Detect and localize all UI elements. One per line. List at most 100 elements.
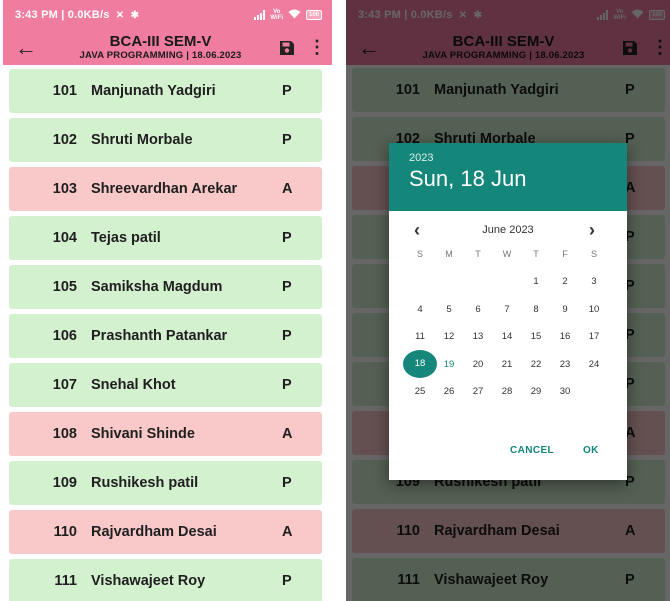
calendar-day[interactable]: 17 [580, 331, 608, 342]
student-row[interactable]: 101 Manjunath Yadgiri P [9, 69, 322, 113]
student-name: Rushikesh patil [91, 475, 199, 491]
roll-number: 108 [52, 426, 77, 442]
calendar-day[interactable]: 4 [406, 304, 434, 315]
roll-number: 110 [53, 524, 77, 540]
roll-number: 107 [52, 377, 77, 393]
mute-icon: ✕ [115, 10, 125, 21]
student-row[interactable]: 109 Rushikesh patil P [9, 461, 322, 505]
weekday-label: S [416, 249, 423, 259]
attendance-status[interactable]: P [282, 132, 322, 148]
wifi-icon [288, 9, 301, 22]
calendar-day[interactable]: 23 [551, 359, 579, 370]
calendar-day[interactable]: 1 [522, 276, 550, 287]
student-row[interactable]: 111 Vishawajeet Roy P [9, 559, 322, 601]
calendar-day[interactable]: 12 [435, 331, 463, 342]
roll-number: 102 [52, 132, 77, 148]
attendance-status[interactable]: P [282, 377, 322, 393]
calendar-day[interactable]: 10 [580, 304, 608, 315]
dialog-actions: CANCEL OK [389, 430, 627, 480]
student-name: Samiksha Magdum [91, 279, 223, 295]
calendar-day[interactable]: 27 [464, 386, 492, 397]
attendance-status[interactable]: P [282, 573, 322, 589]
weekday-label: M [445, 249, 453, 259]
date-picker-dialog: 2023 Sun, 18 Jun ‹ June 2023 › SMTWTFS12… [389, 143, 627, 480]
month-navigation: ‹ June 2023 › [389, 211, 627, 249]
selected-date: Sun, 18 Jun [409, 166, 527, 191]
calendar-day[interactable]: 16 [551, 331, 579, 342]
attendance-status[interactable]: P [282, 230, 322, 246]
attendance-status[interactable]: P [282, 328, 322, 344]
student-name: Shivani Shinde [91, 426, 195, 442]
calendar-day[interactable]: 2 [551, 276, 579, 287]
roll-number: 105 [52, 279, 77, 295]
student-row[interactable]: 104 Tejas patil P [9, 216, 322, 260]
calendar-day[interactable]: 19 [435, 359, 463, 370]
calendar-day-selected[interactable]: 18 [403, 349, 437, 378]
calendar-day[interactable]: 3 [580, 276, 608, 287]
student-name: Prashanth Patankar [91, 328, 228, 344]
arrow-back-icon[interactable]: ← [3, 30, 49, 65]
cancel-button[interactable]: CANCEL [510, 445, 554, 456]
calendar-day[interactable]: 29 [522, 386, 550, 397]
attendance-screen: 3:43 PM | 0.0KB/s ✕ ✱ Vo WiFi 100 ← BCA-I… [3, 0, 332, 601]
student-name: Tejas patil [91, 230, 161, 246]
status-time-speed: 3:43 PM | 0.0KB/s [15, 9, 110, 21]
calendar-day[interactable]: 26 [435, 386, 463, 397]
weekday-label: S [590, 249, 597, 259]
calendar-day[interactable]: 9 [551, 304, 579, 315]
calendar-day[interactable]: 13 [464, 331, 492, 342]
student-row[interactable]: 107 Snehal Khot P [9, 363, 322, 407]
calendar-day[interactable]: 11 [406, 331, 434, 342]
calendar-day[interactable]: 22 [522, 359, 550, 370]
calendar-day[interactable]: 8 [522, 304, 550, 315]
weekday-label: T [533, 249, 539, 259]
roll-number: 106 [52, 328, 77, 344]
chevron-right-icon[interactable]: › [589, 221, 595, 239]
student-name: Snehal Khot [91, 377, 176, 393]
more-vert-icon[interactable]: ⋮ [302, 30, 332, 65]
attendance-status[interactable]: A [282, 426, 322, 442]
calendar-day[interactable]: 6 [464, 304, 492, 315]
attendance-screen-with-date-picker: 3:43 PM | 0.0KB/s ✕ ✱ VoWiFi 100 ← BCA-I… [346, 0, 670, 601]
ok-button[interactable]: OK [583, 445, 599, 456]
page-title: BCA-III SEM-V [109, 33, 212, 50]
student-row[interactable]: 103 Shreevardhan Arekar A [9, 167, 322, 211]
calendar-day[interactable]: 30 [551, 386, 579, 397]
roll-number: 101 [52, 83, 77, 99]
attendance-status[interactable]: A [282, 181, 322, 197]
calendar-day[interactable]: 21 [493, 359, 521, 370]
save-icon[interactable] [272, 40, 302, 56]
student-row[interactable]: 105 Samiksha Magdum P [9, 265, 322, 309]
page-subtitle: JAVA PROGRAMMING | 18.06.2023 [79, 50, 242, 61]
student-row[interactable]: 102 Shruti Morbale P [9, 118, 322, 162]
student-row[interactable]: 106 Prashanth Patankar P [9, 314, 322, 358]
attendance-status[interactable]: P [282, 83, 322, 99]
student-name: Manjunath Yadgiri [91, 83, 216, 99]
hotspot-icon: ✱ [130, 10, 140, 21]
student-name: Rajvardham Desai [91, 524, 217, 540]
student-row[interactable]: 110 Rajvardham Desai A [9, 510, 322, 554]
roll-number: 109 [52, 475, 77, 491]
battery-icon: 100 [305, 10, 322, 20]
attendance-status[interactable]: P [282, 279, 322, 295]
calendar-day[interactable]: 28 [493, 386, 521, 397]
signal-icon [254, 10, 266, 20]
weekday-label: F [562, 249, 568, 259]
calendar-day[interactable]: 20 [464, 359, 492, 370]
selected-year[interactable]: 2023 [409, 152, 627, 164]
volte-badge: VoWiFi [270, 9, 283, 21]
attendance-status[interactable]: P [282, 475, 322, 491]
student-name: Shreevardhan Arekar [91, 181, 238, 197]
calendar-day[interactable]: 5 [435, 304, 463, 315]
app-toolbar: ← BCA-III SEM-V JAVA PROGRAMMING | 18.06… [3, 30, 332, 65]
calendar-day[interactable]: 7 [493, 304, 521, 315]
date-picker-header: 2023 Sun, 18 Jun [389, 143, 627, 211]
calendar-day[interactable]: 14 [493, 331, 521, 342]
weekday-label: W [502, 249, 512, 259]
calendar-day[interactable]: 15 [522, 331, 550, 342]
student-row[interactable]: 108 Shivani Shinde A [9, 412, 322, 456]
calendar-day[interactable]: 24 [580, 359, 608, 370]
calendar-day[interactable]: 25 [406, 386, 434, 397]
attendance-status[interactable]: A [282, 524, 322, 540]
roll-number: 104 [52, 230, 77, 246]
